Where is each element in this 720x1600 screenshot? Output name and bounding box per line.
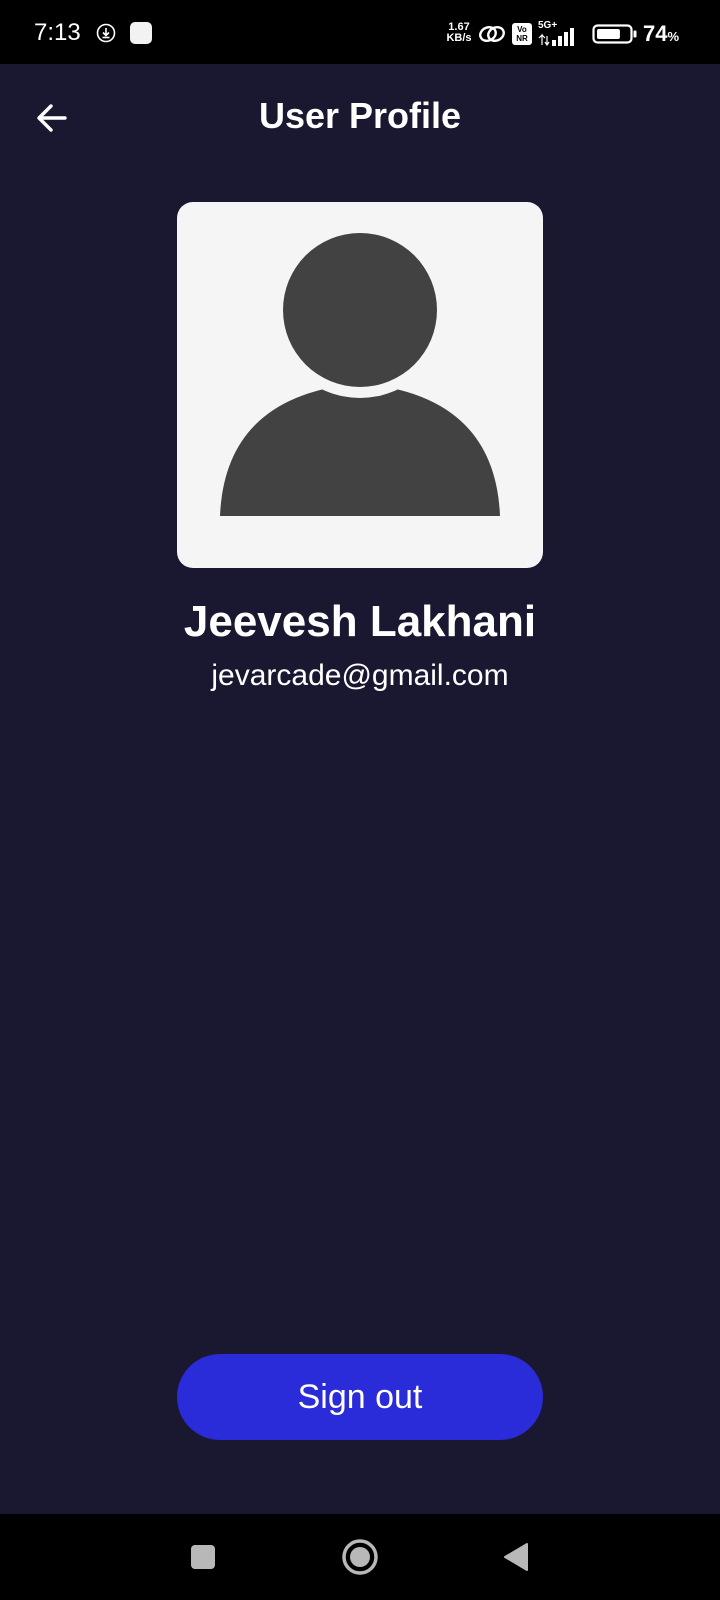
user-email: jevarcade@gmail.com (211, 659, 509, 692)
screen: 7:13 1.67 KB/s Vo NR 5G+ 74% User Profil… (0, 0, 720, 1600)
user-name: Jeevesh Lakhani (183, 597, 537, 646)
link-icon (479, 26, 505, 42)
status-bar: 7:13 1.67 KB/s Vo NR 5G+ 74% (0, 0, 720, 64)
battery-value: 74 (643, 21, 668, 46)
battery-percentage: 74% (643, 20, 679, 51)
sign-out-button[interactable]: Sign out (177, 1354, 543, 1440)
back-button[interactable] (24, 90, 80, 146)
square-icon (191, 1545, 215, 1569)
network-speed-unit: KB/s (446, 32, 472, 44)
nav-recents-button[interactable] (178, 1532, 228, 1582)
arrow-left-icon (37, 104, 67, 132)
volte-icon: Vo NR (512, 23, 532, 45)
signal-icon (538, 28, 574, 46)
network-speed: 1.67 KB/s (442, 22, 476, 44)
nav-home-button[interactable] (335, 1532, 385, 1582)
status-time: 7:13 (34, 19, 81, 46)
navigation-bar (0, 1514, 720, 1600)
person-silhouette-icon (220, 222, 500, 516)
page-title: User Profile (258, 95, 462, 136)
download-icon (96, 23, 116, 43)
nav-back-button[interactable] (491, 1532, 541, 1582)
triangle-back-icon (504, 1543, 528, 1571)
battery-icon (592, 24, 637, 44)
app-notification-icon (130, 22, 152, 44)
volte-bottom-label: NR (516, 34, 528, 43)
volte-top-label: Vo (517, 25, 527, 34)
avatar (177, 202, 543, 568)
battery-unit: % (667, 29, 680, 44)
circle-icon (342, 1539, 378, 1575)
